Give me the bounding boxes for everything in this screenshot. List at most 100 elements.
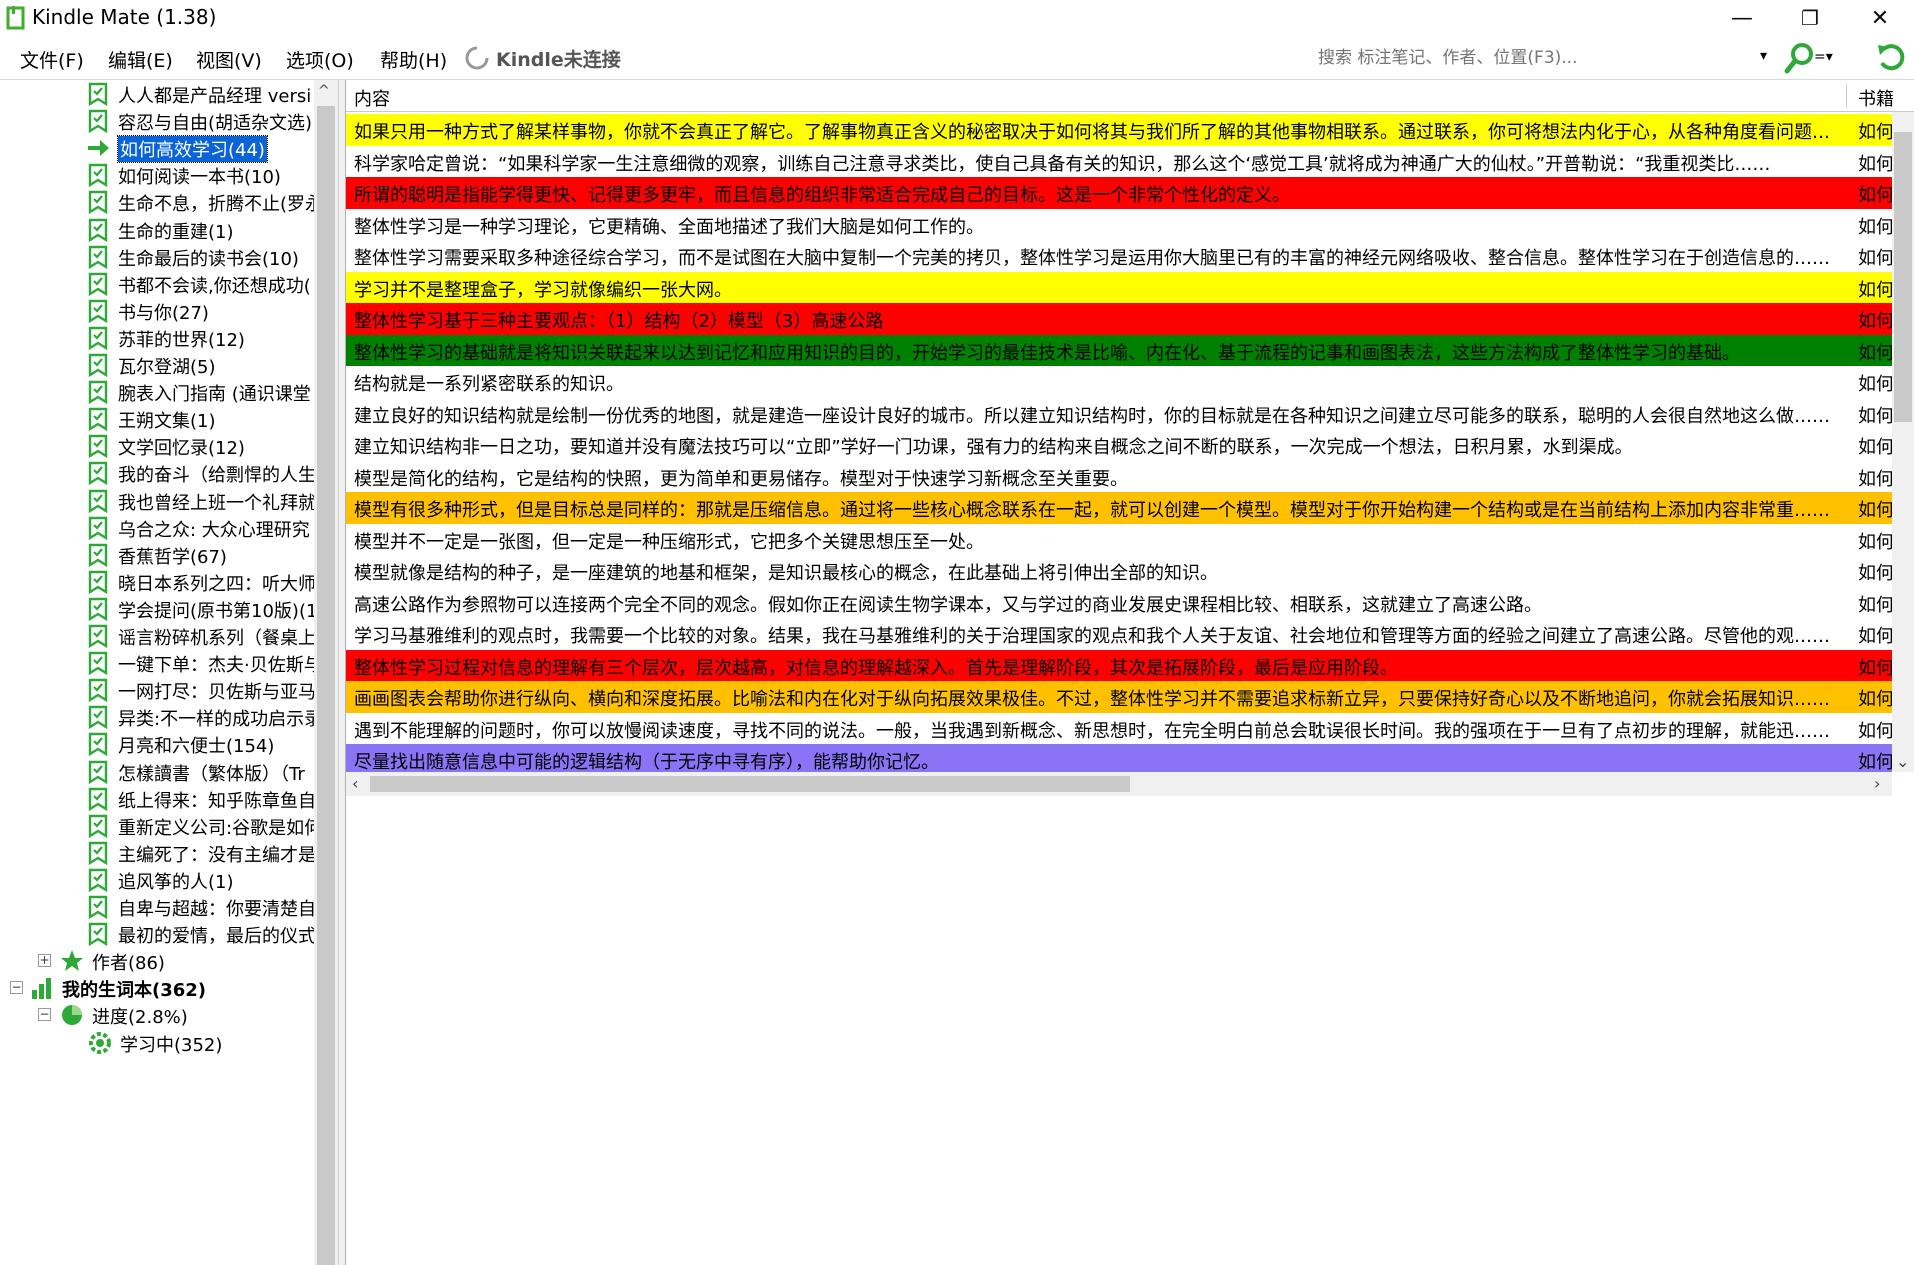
navigation-tree[interactable]: 人人都是产品经理 versi 容忍与自由(胡适杂文选) 如何高效学习(44) 如何阅读… — [0, 80, 338, 1265]
menu-file[interactable]: 文件(F) — [20, 46, 84, 73]
table-row[interactable]: 模型就像是结构的种子，是一座建筑的地基和框架，是知识最核心的概念，在此基础上将引… — [346, 555, 1892, 587]
book-icon — [86, 516, 110, 540]
scroll-left-arrow-icon[interactable]: ‹ — [352, 774, 358, 793]
title-bar: Kindle Mate (1.38) — ❐ ✕ — [0, 0, 1914, 36]
tree-item-label: 学会提问(原书第10版)(1 — [118, 600, 314, 622]
book-title-cell: 如何 — [1858, 720, 1892, 742]
book-title-cell: 如何 — [1858, 594, 1892, 616]
table-row[interactable]: 结构就是一系列紧密联系的知识。 如何 — [346, 366, 1892, 398]
table-row[interactable]: 模型有很多种形式，但是目标总是同样的：那就是压缩信息。通过将一些核心概念联系在一… — [346, 492, 1892, 524]
book-icon — [86, 82, 110, 107]
book-title-cell: 如何 — [1858, 531, 1892, 553]
highlight-content-cell: 学习并不是整理盒子，学习就像编织一张大网。 — [354, 279, 732, 301]
grid-vertical-scrollbar[interactable]: ⌄ — [1892, 112, 1914, 772]
refresh-icon[interactable] — [1874, 41, 1908, 75]
table-row[interactable]: 整体性学习基于三种主要观点：（1）结构（2）模型（3）高速公路 如何 — [346, 303, 1892, 335]
book-icon — [86, 922, 110, 947]
grid-vertical-scroll-thumb[interactable] — [1894, 132, 1912, 422]
pane-splitter[interactable] — [338, 80, 346, 1265]
table-row[interactable]: 学习并不是整理盒子，学习就像编织一张大网。 如何 — [346, 271, 1892, 303]
search-button[interactable]: =▾ — [1784, 41, 1833, 75]
book-icon — [86, 651, 110, 676]
scroll-right-arrow-icon[interactable]: › — [1874, 774, 1880, 793]
book-icon — [86, 461, 110, 486]
tree-expander[interactable]: − — [38, 1008, 51, 1022]
highlight-content-cell: 尽量找出随意信息中可能的逻辑结构（于无序中寻有序），能帮助你记忆。 — [354, 752, 939, 773]
tree-expander[interactable]: − — [10, 981, 23, 995]
tree-item-label: 一键下单：杰夫·贝佐斯与 — [118, 655, 314, 677]
book-title-cell: 如何 — [1858, 752, 1892, 773]
tree-item-learning[interactable]: 学习中(352) — [0, 1027, 316, 1060]
tree-item-label: 腕表入门指南 (通识课堂 — [118, 384, 311, 406]
book-icon — [86, 299, 110, 323]
table-row[interactable]: 所谓的聪明是指能学得更快、记得更多更牢，而且信息的组织非常适合完成自己的目标。这… — [346, 177, 1892, 209]
book-icon — [86, 624, 110, 649]
tree-item-label: 谣言粉碎机系列（餐桌上 — [118, 628, 314, 649]
book-icon — [86, 353, 110, 378]
tree-item-label: 乌合之众: 大众心理研究 — [118, 519, 310, 541]
maximize-button[interactable]: ❐ — [1782, 0, 1838, 36]
tree-item-label: 我的奋斗（给剽悍的人生 — [118, 465, 314, 487]
scroll-up-arrow-icon[interactable]: ^ — [318, 83, 330, 99]
column-header-book[interactable]: 书籍 — [1858, 85, 1894, 111]
table-row[interactable]: 尽量找出随意信息中可能的逻辑结构（于无序中寻有序），能帮助你记忆。 如何 — [346, 744, 1892, 776]
book-title-cell: 如何 — [1858, 500, 1892, 521]
book-title-cell: 如何 — [1858, 122, 1892, 143]
menu-edit[interactable]: 编辑(E) — [108, 46, 173, 73]
table-row[interactable]: 画画图表会帮助你进行纵向、横向和深度拓展。比喻法和内在化对于纵向拓展效果极佳。不… — [346, 681, 1892, 713]
tree-item-label: 自卑与超越：你要清楚自 — [118, 899, 314, 920]
tree-item-label: 生命最后的读书会(10) — [118, 248, 299, 270]
table-row[interactable]: 模型是简化的结构，它是结构的快照，更为简单和更易储存。模型对于快速学习新概念至关… — [346, 460, 1892, 492]
table-row[interactable]: 遇到不能理解的问题时，你可以放慢阅读速度，寻找不同的说法。一般，当我遇到新概念、… — [346, 712, 1892, 744]
column-divider[interactable] — [1846, 84, 1847, 108]
table-row[interactable]: 科学家哈定曾说：“如果科学家一生注意细微的观察，训练自己注意寻求类比，使自己具备… — [346, 145, 1892, 177]
table-row[interactable]: 整体性学习过程对信息的理解有三个层次，层次越高，对信息的理解越深入。首先是理解阶… — [346, 649, 1892, 681]
tree-item-label: 晓日本系列之四：听大师 — [118, 573, 314, 595]
book-icon — [86, 489, 110, 513]
menu-view[interactable]: 视图(V) — [196, 46, 262, 73]
highlight-content-cell: 模型是简化的结构，它是结构的快照，更为简单和更易储存。模型对于快速学习新概念至关… — [354, 468, 1128, 490]
table-row[interactable]: 整体性学习的基础就是将知识关联起来以达到记忆和应用知识的目的，开始学习的最佳技术… — [346, 334, 1892, 366]
close-button[interactable]: ✕ — [1852, 0, 1908, 36]
menu-options[interactable]: 选项(O) — [286, 46, 354, 73]
highlight-content-cell: 遇到不能理解的问题时，你可以放慢阅读速度，寻找不同的说法。一般，当我遇到新概念、… — [354, 720, 1830, 742]
tree-item-label: 月亮和六便士(154) — [118, 736, 275, 758]
search-scope-dropdown[interactable]: ▾ — [1760, 48, 1767, 64]
highlight-content-cell: 整体性学习过程对信息的理解有三个层次，层次越高，对信息的理解越深入。首先是理解阶… — [354, 657, 1398, 679]
tree-item-label: 王朔文集(1) — [118, 411, 216, 433]
table-row[interactable]: 如果只用一种方式了解某样事物，你就不会真正了解它。了解事物真正含义的秘密取决于如… — [346, 114, 1892, 146]
book-icon — [86, 543, 110, 567]
tree-item-label: 瓦尔登湖(5) — [118, 357, 216, 378]
minimize-button[interactable]: — — [1714, 0, 1770, 36]
table-row[interactable]: 高速公路作为参照物可以连接两个完全不同的观念。假如你正在阅读生物学课本，又与学过… — [346, 586, 1892, 618]
scroll-down-arrow-icon[interactable]: ⌄ — [1896, 752, 1909, 771]
search-input[interactable] — [1318, 44, 1758, 72]
highlight-content-cell: 画画图表会帮助你进行纵向、横向和深度拓展。比喻法和内在化对于纵向拓展效果极佳。不… — [354, 689, 1830, 710]
table-row[interactable]: 整体性学习是一种学习理论，它更精确、全面地描述了我们大脑是如何工作的。 如何 — [346, 208, 1892, 240]
menu-help[interactable]: 帮助(H) — [380, 46, 447, 73]
highlight-content-cell: 模型就像是结构的种子，是一座建筑的地基和框架，是知识最核心的概念，在此基础上将引… — [354, 563, 1218, 584]
search-options-dropdown[interactable]: =▾ — [1814, 49, 1833, 65]
grid-horizontal-scroll-thumb[interactable] — [370, 776, 1130, 792]
table-row[interactable]: 学习马基雅维利的观点时，我需要一个比较的对象。结果，我在马基雅维利的关于治理国家… — [346, 618, 1892, 650]
book-title-cell: 如何 — [1858, 437, 1892, 458]
app-logo-icon — [6, 6, 25, 30]
column-header-content[interactable]: 内容 — [354, 85, 390, 111]
book-title-cell: 如何 — [1858, 468, 1892, 490]
grid-horizontal-scrollbar[interactable]: ‹ › — [346, 772, 1892, 796]
tree-expander[interactable]: + — [38, 954, 51, 968]
tree-item-label: 一网打尽：贝佐斯与亚马 — [118, 682, 314, 704]
table-row[interactable]: 建立知识结构非一日之功，要知道并没有魔法技巧可以“立即”学好一门功课，强有力的结… — [346, 429, 1892, 461]
book-icon — [86, 326, 110, 351]
tree-item-label: 重新定义公司:谷歌是如何 — [118, 817, 314, 839]
highlight-content-cell: 学习马基雅维利的观点时，我需要一个比较的对象。结果，我在马基雅维利的关于治理国家… — [354, 626, 1830, 647]
tree-scroll-thumb[interactable] — [317, 106, 335, 1265]
book-icon — [86, 380, 110, 405]
table-row[interactable]: 模型并不一定是一张图，但一定是一种压缩形式，它把多个关键思想压至一处。 如何 — [346, 523, 1892, 555]
book-title-cell: 如何 — [1858, 248, 1892, 269]
tree-scrollbar[interactable]: ^ — [314, 80, 338, 1265]
table-row[interactable]: 建立良好的知识结构就是绘制一份优秀的地图，就是建造一座设计良好的城市。所以建立知… — [346, 397, 1892, 429]
table-row[interactable]: 整体性学习需要采取多种途径综合学习，而不是试图在大脑中复制一个完美的拷贝，整体性… — [346, 240, 1892, 272]
book-title-cell: 如何 — [1858, 626, 1892, 647]
book-icon — [86, 705, 110, 730]
